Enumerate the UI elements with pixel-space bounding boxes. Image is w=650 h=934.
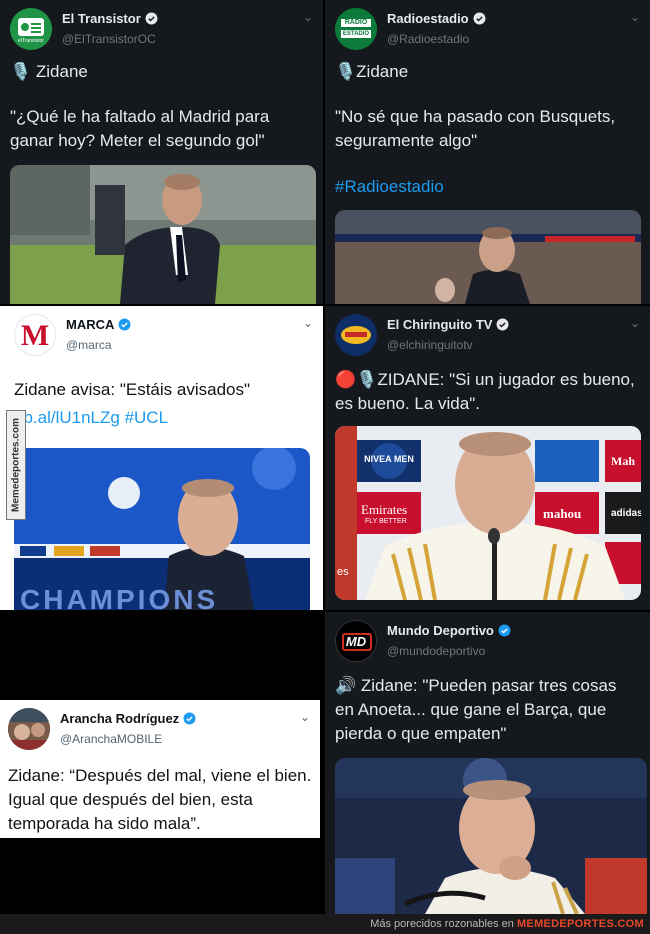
avatar-caption-top: RADIO	[344, 19, 368, 26]
tweet-header: M MARCA @marca ⌄	[14, 314, 313, 358]
tweet-header: MD Mundo Deportivo @mundodeportivo	[335, 620, 640, 664]
zidane-pitch-photo	[10, 165, 316, 304]
sponsor-partial: es	[337, 566, 349, 578]
display-name[interactable]: MARCA	[66, 317, 114, 332]
eltransistor-avatar[interactable]: elTransistor	[10, 8, 52, 50]
tweet-mundodeportivo[interactable]: MD Mundo Deportivo @mundodeportivo 🔊 Zid…	[325, 612, 650, 914]
tweet-photo[interactable]	[335, 210, 641, 304]
chevron-down-icon[interactable]: ⌄	[303, 10, 313, 24]
tweet-header: El Chiringuito TV @elchiringuitotv ⌄	[335, 314, 640, 358]
avatar-caption-bottom: ESTADIO	[342, 31, 370, 37]
tweet-header: RADIO ESTADIO Radioestadio @Radioestadio…	[335, 8, 640, 52]
tweet-eltransistor[interactable]: elTransistor El Transistor @ElTransistor…	[0, 0, 323, 304]
user-handle[interactable]: @elchiringuitotv	[387, 338, 473, 352]
footer-brand-link[interactable]: MEMEDEPORTES.COM	[517, 918, 644, 930]
tweet-text: 🎙️ Zidane	[10, 62, 88, 81]
sponsor-mahou: mahou	[543, 506, 582, 521]
marca-avatar[interactable]: M	[14, 314, 56, 356]
site-watermark: Memedeportes.com	[6, 410, 26, 520]
verified-badge-icon	[118, 318, 131, 331]
verified-badge-icon	[496, 318, 509, 331]
sponsor-emirates: Emirates	[361, 502, 408, 517]
hashtag-link[interactable]: #Radioestadio	[335, 175, 640, 199]
arancha-avatar[interactable]	[8, 708, 50, 750]
tweet-quote: "No sé que ha pasado con Busquets, segur…	[335, 107, 616, 150]
chevron-down-icon[interactable]: ⌄	[630, 10, 640, 24]
hashtag-link[interactable]: #UCL	[125, 408, 168, 427]
chevron-down-icon[interactable]: ⌄	[630, 316, 640, 330]
watermark-text: Memedeportes.com	[10, 418, 22, 512]
verified-badge-icon	[498, 624, 511, 637]
tweet-arancha[interactable]: Arancha Rodríguez @AranchaMOBILE ⌄ Zidan…	[0, 700, 320, 838]
tweet-header: elTransistor El Transistor @ElTransistor…	[10, 8, 313, 52]
footer-prefix: Más porecidos rozonables en	[370, 918, 514, 930]
tweet-text: 🔴🎙️ZIDANE: "Si un jugador es bueno, es b…	[335, 370, 635, 413]
display-name[interactable]: Arancha Rodríguez	[60, 711, 179, 726]
display-name[interactable]: El Transistor	[62, 11, 141, 26]
tweet-elchiringuito[interactable]: El Chiringuito TV @elchiringuitotv ⌄ 🔴🎙️…	[325, 306, 650, 610]
chevron-down-icon[interactable]: ⌄	[303, 316, 313, 330]
verified-badge-icon	[145, 12, 158, 25]
chevron-down-icon[interactable]: ⌄	[300, 710, 310, 724]
display-name[interactable]: Radioestadio	[387, 11, 469, 26]
sponsor-mahou-top: Mah	[611, 454, 635, 468]
sponsor-fly-better: FLY BETTER	[365, 518, 407, 525]
tweet-photo[interactable]: NIVEA MEN Emirates FLY BETTER Mah adidas…	[335, 426, 641, 600]
shortened-link[interactable]: ob.al/lU1nLZg	[14, 408, 120, 427]
footer-bar: Más porecidos rozonables en MEMEDEPORTES…	[0, 914, 650, 934]
zidane-thinking-photo	[335, 758, 647, 914]
tweet-quote: "¿Qué le ha faltado al Madrid para ganar…	[10, 107, 270, 150]
marca-logo-letter: M	[20, 319, 50, 352]
tweet-marca[interactable]: M MARCA @marca ⌄ Zidane avisa: "Estáis a…	[0, 306, 323, 610]
tweet-text: Zidane: “Después del mal, viene el bien.…	[8, 766, 312, 833]
tweet-header: Arancha Rodríguez @AranchaMOBILE ⌄	[8, 708, 310, 752]
radioestadio-avatar[interactable]: RADIO ESTADIO	[335, 8, 377, 50]
tweet-photo[interactable]: CHAMPIONS	[14, 448, 310, 610]
tweet-radioestadio[interactable]: RADIO ESTADIO Radioestadio @Radioestadio…	[325, 0, 650, 304]
avatar-caption: elTransistor	[18, 38, 44, 44]
tweet-photo[interactable]	[10, 165, 316, 304]
tweet-text: 🔊 Zidane: "Pueden pasar tres cosas en An…	[335, 676, 617, 743]
sponsor-nivea: NIVEA MEN	[364, 454, 414, 464]
tweet-text: Zidane avisa: "Estáis avisados"	[14, 380, 251, 399]
elchiringuito-avatar[interactable]	[335, 314, 377, 356]
user-handle[interactable]: @AranchaMOBILE	[60, 732, 162, 746]
user-handle[interactable]: @mundodeportivo	[387, 644, 485, 658]
verified-badge-icon	[473, 12, 486, 25]
verified-badge-icon	[183, 712, 196, 725]
display-name[interactable]: El Chiringuito TV	[387, 317, 492, 332]
mundodeportivo-avatar[interactable]: MD	[335, 620, 377, 662]
md-logo-text: MD	[345, 634, 367, 649]
tweet-text: 🎙️Zidane	[335, 62, 409, 81]
zidane-stadium-photo	[335, 210, 641, 304]
user-handle[interactable]: @marca	[66, 338, 112, 352]
user-handle[interactable]: @ElTransistorOC	[62, 32, 156, 46]
user-handle[interactable]: @Radioestadio	[387, 32, 469, 46]
champions-banner-text: CHAMPIONS	[20, 584, 219, 610]
display-name[interactable]: Mundo Deportivo	[387, 623, 494, 638]
tweet-photo[interactable]	[335, 758, 647, 914]
sponsor-adidas: adidas	[611, 508, 641, 519]
